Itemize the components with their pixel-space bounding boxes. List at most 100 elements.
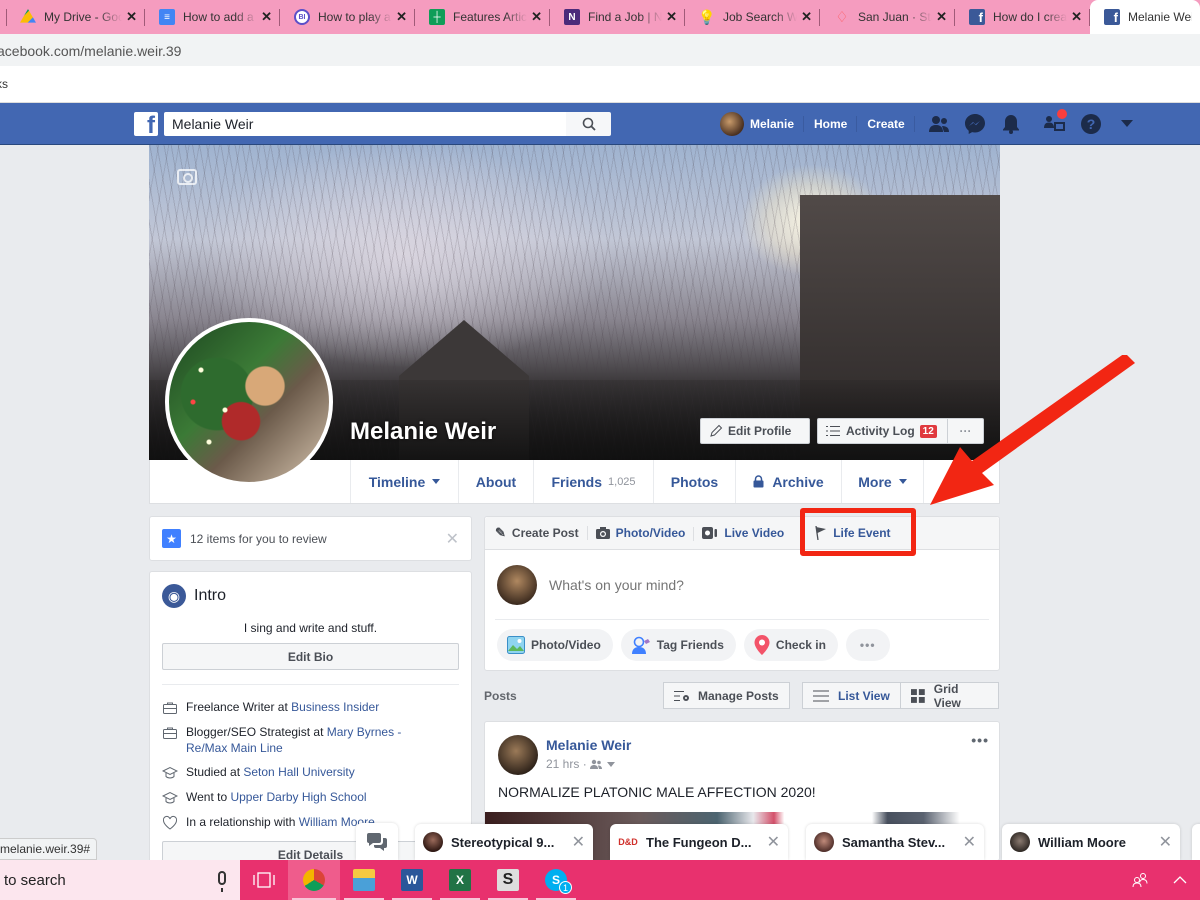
taskbar-chrome[interactable] (288, 860, 340, 900)
star-icon: ★ (162, 529, 181, 548)
tab-about[interactable]: About (458, 460, 533, 503)
friends-audience-icon[interactable] (590, 759, 603, 769)
chat-tab[interactable]: Samantha Stev... ✕ (806, 824, 984, 860)
facebook-icon: f (1104, 9, 1120, 25)
taskbar-search[interactable]: to search (0, 860, 240, 900)
camera-icon[interactable] (177, 169, 197, 185)
close-icon[interactable]: ✕ (963, 832, 976, 852)
task-view-button[interactable] (240, 860, 288, 900)
edit-profile-button[interactable]: Edit Profile (700, 418, 810, 444)
people-button[interactable] (1120, 860, 1160, 900)
address-bar[interactable]: acebook.com/melanie.weir.39 (0, 34, 1200, 66)
live-video-tab[interactable]: Live Video (702, 526, 793, 540)
notifications-button[interactable] (993, 103, 1029, 145)
profile-picture[interactable] (165, 318, 333, 486)
search-input[interactable] (164, 112, 566, 136)
messenger-button[interactable] (957, 103, 993, 145)
post-text: NORMALIZE PLATONIC MALE AFFECTION 2020! (498, 784, 816, 800)
browser-tab[interactable]: ┼ Features Article✕ (415, 0, 550, 34)
create-link[interactable]: Create (857, 103, 916, 145)
microphone-icon[interactable] (218, 871, 226, 892)
close-tab-icon[interactable]: ✕ (261, 9, 272, 25)
search-icon (582, 117, 596, 131)
browser-tab[interactable]: ♢ San Juan · Sta ✕ (820, 0, 955, 34)
facebook-logo[interactable]: f (134, 112, 158, 136)
grid-view-button[interactable]: Grid View (900, 682, 999, 710)
chat-list-button[interactable] (356, 823, 398, 860)
bio-text: I sing and write and stuff. (243, 621, 378, 635)
create-post-tab[interactable]: ✎ Create Post (495, 525, 588, 541)
photo-icon (507, 636, 525, 654)
close-tab-icon[interactable]: ✕ (396, 9, 407, 25)
post-text-input[interactable] (549, 576, 949, 593)
friends-count: 1,025 (608, 475, 636, 488)
browser-tab-active[interactable]: f Melanie Weir (1090, 0, 1200, 34)
life-event-tab[interactable]: Life Event (815, 526, 899, 540)
close-tab-icon[interactable]: ✕ (666, 9, 677, 25)
friend-requests-button[interactable] (921, 103, 957, 145)
briefcase-icon (163, 702, 177, 714)
browser-tab[interactable]: My Drive - Google Drive✕ (0, 0, 145, 34)
close-icon[interactable]: ✕ (767, 832, 780, 852)
taskbar-scrivener[interactable]: S (484, 860, 532, 900)
show-hidden-icons-button[interactable] (1160, 860, 1200, 900)
caret-down-icon (432, 479, 441, 484)
tab-more[interactable]: More (841, 460, 924, 503)
close-tab-icon[interactable]: ✕ (126, 9, 137, 25)
tab-photos[interactable]: Photos (653, 460, 735, 503)
tag-friends-button[interactable]: Tag Friends (620, 629, 736, 661)
photo-video-tab[interactable]: Photo/Video (595, 526, 695, 541)
post-options-icon[interactable]: ••• (971, 732, 989, 748)
browser-tab[interactable]: N Find a Job | N ✕ (550, 0, 685, 34)
list-view-button[interactable]: List View (802, 682, 901, 709)
taskbar-skype[interactable]: S 1 (532, 860, 580, 900)
group-logo-icon: D&D (618, 832, 638, 852)
tab-archive[interactable]: Archive (735, 460, 841, 503)
browser-tab[interactable]: BI How to play a ✕ (280, 0, 415, 34)
close-icon[interactable]: ✕ (446, 529, 459, 549)
close-tab-icon[interactable]: ✕ (1071, 9, 1082, 25)
profile-link[interactable]: Melanie (710, 103, 805, 145)
close-tab-icon[interactable]: ✕ (936, 9, 947, 25)
more-options-button[interactable]: ··· (947, 418, 984, 444)
caret-down-icon[interactable] (607, 761, 616, 767)
chat-tab-overflow[interactable] (1192, 824, 1200, 860)
taskbar-file-explorer[interactable] (340, 860, 388, 900)
chat-tab[interactable]: William Moore ✕ (1002, 824, 1180, 860)
account-menu-button[interactable] (1109, 103, 1145, 145)
activity-log-button[interactable]: Activity Log 12 (817, 418, 947, 444)
avatar[interactable] (498, 735, 538, 775)
close-tab-icon[interactable]: ✕ (801, 9, 812, 25)
edit-bio-button[interactable]: Edit Bio (162, 643, 459, 670)
chat-tab[interactable]: D&D The Fungeon D... ✕ (610, 824, 788, 860)
taskbar-excel[interactable]: X (436, 860, 484, 900)
home-link[interactable]: Home (804, 103, 858, 145)
manage-posts-button[interactable]: Manage Posts (663, 682, 790, 709)
profile-name[interactable]: Melanie Weir (350, 418, 496, 446)
location-pin-icon (754, 635, 770, 655)
messenger-icon (964, 114, 985, 134)
help-button[interactable]: ? (1073, 103, 1109, 145)
search-button[interactable] (566, 112, 611, 136)
chat-tab[interactable]: Stereotypical 9... ✕ (415, 824, 593, 860)
check-in-button[interactable]: Check in (743, 629, 838, 661)
browser-tab[interactable]: f How do I crea ✕ (955, 0, 1090, 34)
quick-help-groups-button[interactable] (1037, 103, 1073, 145)
taskbar-word[interactable]: W (388, 860, 436, 900)
post-author[interactable]: Melanie Weir (546, 737, 631, 753)
list-icon (826, 426, 840, 436)
business-insider-icon: BI (294, 9, 310, 25)
review-notice[interactable]: ★ 12 items for you to review ✕ (149, 516, 472, 561)
tab-friends[interactable]: Friends 1,025 (533, 460, 653, 503)
close-tab-icon[interactable]: ✕ (531, 9, 542, 25)
avatar (814, 832, 834, 852)
tab-timeline[interactable]: Timeline (350, 460, 458, 503)
facebook-icon: f (969, 9, 985, 25)
browser-tab[interactable]: 💡 Job Search W ✕ (685, 0, 820, 34)
more-actions-button[interactable]: ••• (845, 629, 890, 661)
close-icon[interactable]: ✕ (572, 832, 585, 852)
onenote-icon: N (564, 9, 580, 25)
close-icon[interactable]: ✕ (1159, 832, 1172, 852)
browser-tab[interactable]: ≡ How to add a ✕ (145, 0, 280, 34)
photo-video-button[interactable]: Photo/Video (497, 629, 613, 661)
